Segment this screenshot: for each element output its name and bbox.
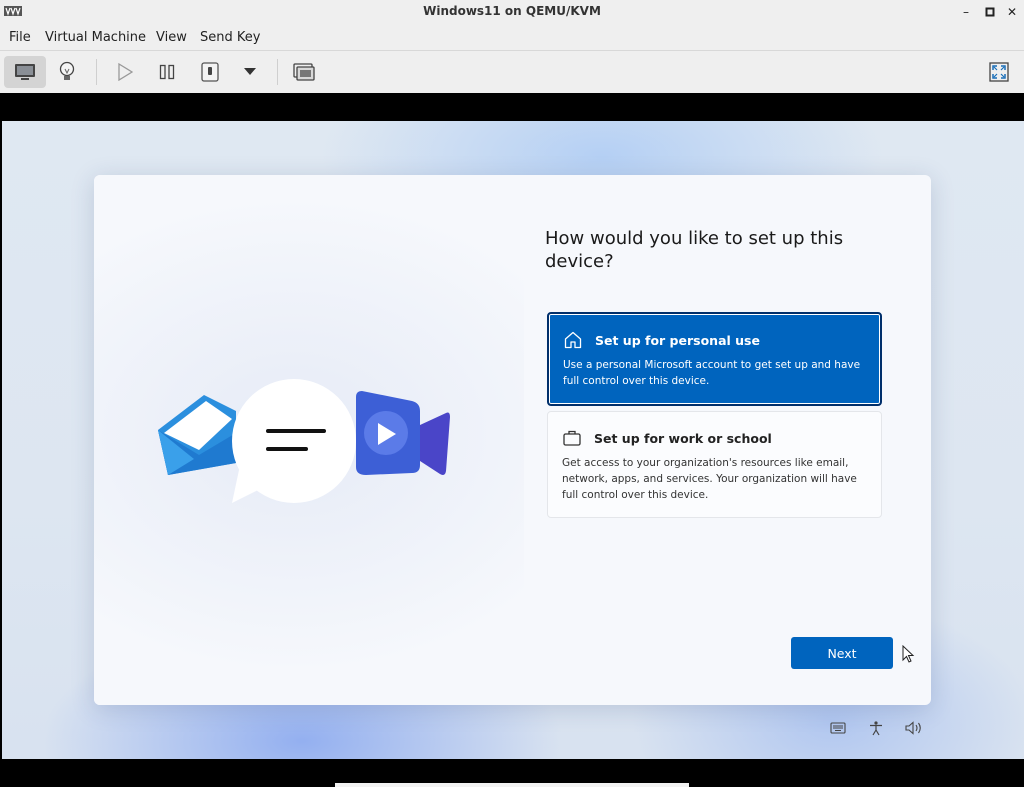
fullscreen-button[interactable] (978, 56, 1020, 88)
menu-virtual-machine[interactable]: Virtual Machine (45, 30, 146, 45)
pause-button[interactable] (146, 56, 188, 88)
menu-send-key[interactable]: Send Key (200, 30, 260, 45)
pause-icon (159, 64, 175, 80)
illustration-panel (94, 175, 524, 705)
menu-bar: File Virtual Machine View Send Key (0, 24, 1024, 51)
envelope-icon (158, 395, 236, 475)
option-description: Get access to your organization's resour… (562, 457, 857, 501)
minimize-button[interactable]: – (958, 4, 974, 20)
keyboard-icon (830, 722, 846, 734)
accessibility-button[interactable] (866, 719, 886, 737)
lightbulb-icon (59, 61, 75, 80)
maximize-icon (985, 7, 995, 17)
details-button[interactable] (46, 56, 88, 88)
fullscreen-icon (989, 62, 1009, 82)
menu-view[interactable]: View (156, 30, 187, 45)
window-title: Windows11 on QEMU/KVM (423, 4, 601, 18)
toolbar-separator (277, 59, 278, 85)
option-description: Use a personal Microsoft account to get … (563, 359, 861, 387)
keyboard-button[interactable] (828, 719, 848, 737)
accessibility-icon (870, 721, 882, 736)
run-button[interactable] (104, 56, 146, 88)
next-button[interactable]: Next (791, 637, 893, 669)
home-icon (564, 331, 582, 349)
menu-file[interactable]: File (9, 30, 31, 45)
volume-icon (905, 721, 921, 735)
monitor-icon (15, 64, 35, 80)
communication-illustration (158, 379, 450, 503)
option-work-or-school[interactable]: Set up for work or school Get access to … (547, 411, 882, 518)
video-camera-icon (356, 391, 450, 475)
snapshots-icon (293, 63, 315, 81)
option-title: Set up for personal use (595, 333, 760, 348)
option-personal-use[interactable]: Set up for personal use Use a personal M… (547, 312, 882, 406)
play-icon (118, 63, 133, 81)
shutdown-button[interactable] (189, 56, 231, 88)
console-button[interactable] (4, 56, 46, 88)
mouse-cursor-icon (902, 645, 915, 663)
windows-oobe-screen: How would you like to set up this device… (2, 121, 1024, 759)
chat-bubble-icon (232, 379, 356, 503)
toolbar-separator (96, 59, 97, 85)
shutdown-menu-button[interactable] (229, 56, 271, 88)
briefcase-icon (563, 430, 581, 446)
maximize-button[interactable] (982, 4, 998, 20)
vm-console[interactable]: How would you like to set up this device… (0, 93, 1024, 759)
scrollbar-strip (335, 783, 689, 787)
setup-dialog: How would you like to set up this device… (94, 175, 931, 705)
toolbar (0, 51, 1024, 93)
snapshots-button[interactable] (283, 56, 325, 88)
power-icon (201, 62, 219, 82)
option-title: Set up for work or school (594, 431, 772, 446)
page-title: How would you like to set up this device… (545, 228, 844, 272)
chevron-down-icon (244, 68, 256, 75)
close-button[interactable]: ✕ (1004, 4, 1020, 20)
volume-button[interactable] (904, 719, 924, 737)
title-bar: Windows11 on QEMU/KVM – ✕ (0, 0, 1024, 24)
